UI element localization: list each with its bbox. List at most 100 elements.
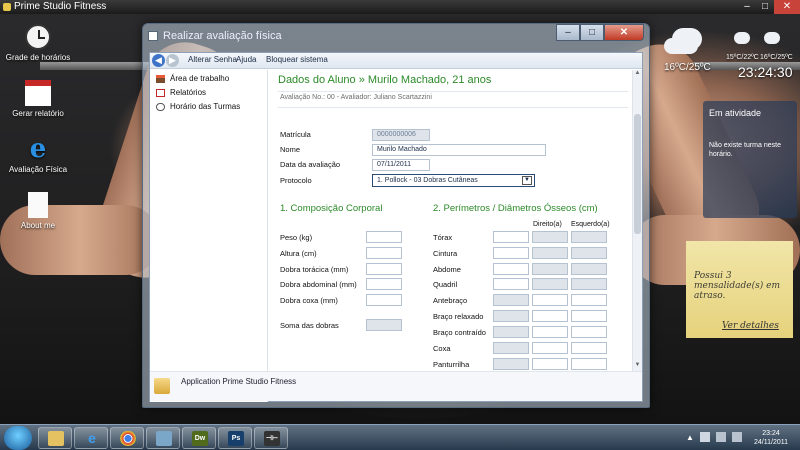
quadril-input[interactable] [493, 278, 529, 290]
tray-arrow-icon[interactable]: ▲ [686, 433, 694, 442]
abdome-direito [532, 263, 568, 275]
dobra-toracica-input[interactable] [366, 263, 402, 275]
back-arrow-icon[interactable]: ◀ [152, 54, 165, 67]
scroll-up-icon[interactable]: ▲ [633, 70, 642, 79]
desktop-icon-label: Grade de horários [5, 53, 71, 62]
cintura-esquerdo [571, 247, 607, 259]
page-title: Dados do Aluno » Murilo Machado, 21 anos [278, 74, 492, 86]
maximize-button[interactable]: □ [756, 0, 774, 14]
network-icon[interactable] [716, 432, 726, 442]
weather-day2-temp: 16ºC/25ºC [760, 54, 793, 61]
dobra-toracica-label: Dobra torácica (mm) [280, 265, 349, 274]
abdome-esquerdo [571, 263, 607, 275]
menu-ajuda[interactable]: Ajuda [236, 55, 256, 64]
tray-clock[interactable]: 23:24 24/11/2011 [754, 429, 788, 447]
scroll-thumb[interactable] [634, 114, 641, 234]
window-close-button[interactable]: ✕ [604, 24, 644, 41]
note-link[interactable]: Ver detalhes [722, 321, 779, 331]
taskbar-fitness-app[interactable]: ⊣⊢ [254, 427, 288, 449]
window-minimize-button[interactable]: – [556, 24, 580, 41]
weather-day1-temp: 15ºC/22ºC [726, 54, 759, 61]
schedule-icon [156, 103, 165, 111]
menu-bloquear-sistema[interactable]: Bloquear sistema [266, 55, 328, 64]
volume-icon[interactable] [732, 432, 742, 442]
peso-input[interactable] [366, 231, 402, 243]
torax-input[interactable] [493, 231, 529, 243]
atividade-gadget: Em atividade Não existe turma neste horá… [703, 101, 797, 218]
panturrilha-esquerdo-input[interactable] [571, 358, 607, 370]
vertical-scrollbar[interactable]: ▲ ▼ [632, 70, 642, 371]
protocolo-value: 1. Pollock - 03 Dobras Cutâneas [377, 177, 478, 184]
sidebar-item-relatorios[interactable]: Relatórios [156, 88, 206, 97]
window-title: Realizar avaliação física [163, 30, 282, 42]
menu-alterar-senha[interactable]: Alterar Senha [188, 55, 237, 64]
weather-main-temp: 16ºC/25ºC [664, 62, 711, 73]
antebraco-esquerdo-input[interactable] [571, 294, 607, 306]
dobra-abdominal-input[interactable] [366, 278, 402, 290]
dashboard-icon [156, 75, 165, 83]
quadril-direito [532, 278, 568, 290]
matricula-field: 0000000006 [372, 129, 430, 141]
quadril-esquerdo [571, 278, 607, 290]
scroll-down-icon[interactable]: ▼ [633, 362, 642, 371]
divider [278, 107, 628, 108]
coxa-label: Coxa [433, 344, 451, 353]
desktop-icon-relatorio[interactable]: Gerar relatório [0, 80, 76, 118]
cintura-direito [532, 247, 568, 259]
window-client: ◀ ▶ Alterar Senha Ajuda Bloquear sistema… [149, 52, 643, 402]
sidebar-item-horario[interactable]: Horário das Turmas [156, 102, 240, 111]
sticky-note-gadget: Possui 3 mensalidade(s) em atraso. Ver d… [686, 241, 793, 338]
desktop-icon-about[interactable]: About me [0, 192, 76, 230]
braco-contraido-direito-input[interactable] [532, 326, 568, 338]
top-window-controls: – □ ✕ [738, 0, 800, 14]
taskbar-photoshop[interactable]: Ps [218, 427, 252, 449]
sidebar-item-label: Área de trabalho [170, 74, 230, 83]
flag-icon[interactable] [700, 432, 710, 442]
app-icon [3, 3, 11, 11]
taskbar-dreamweaver[interactable]: Dw [182, 427, 216, 449]
chevron-down-icon[interactable]: ▼ [522, 176, 532, 185]
data-avaliacao-label: Data da avaliação [280, 160, 341, 169]
window-controls: – □ ✕ [556, 24, 644, 41]
coxa-esquerdo-input[interactable] [571, 342, 607, 354]
cloud-icon [664, 38, 698, 54]
abdome-input[interactable] [493, 263, 529, 275]
weather-gadget: 16ºC/25ºC 15ºC/22ºC 16ºC/25ºC 23:24:30 [660, 20, 795, 110]
taskbar-users[interactable] [146, 427, 180, 449]
braco-contraido-field [493, 326, 529, 338]
composicao-title: 1. Composição Corporal [280, 203, 383, 214]
taskbar-explorer[interactable] [38, 427, 72, 449]
sidebar-item-area-trabalho[interactable]: Área de trabalho [156, 74, 229, 83]
altura-input[interactable] [366, 247, 402, 259]
start-button[interactable] [4, 426, 32, 450]
window-maximize-button[interactable]: □ [580, 24, 604, 41]
sidebar-item-label: Horário das Turmas [170, 102, 241, 111]
taskbar: e Dw Ps ⊣⊢ ▲ 23:24 24/11/2011 [0, 424, 800, 450]
atividade-title: Em atividade [709, 108, 762, 118]
protocolo-select[interactable]: 1. Pollock - 03 Dobras Cutâneas ▼ [372, 174, 535, 187]
close-button[interactable]: ✕ [774, 0, 800, 14]
braco-contraido-esquerdo-input[interactable] [571, 326, 607, 338]
desktop-icon-avaliacao[interactable]: e Avaliação Física [0, 136, 76, 174]
cintura-input[interactable] [493, 247, 529, 259]
panturrilha-direito-input[interactable] [532, 358, 568, 370]
braco-relaxado-field [493, 310, 529, 322]
taskbar-ie[interactable]: e [74, 427, 108, 449]
coxa-direito-input[interactable] [532, 342, 568, 354]
nome-label: Nome [280, 145, 301, 154]
abdome-label: Abdome [433, 265, 461, 274]
forward-arrow-icon[interactable]: ▶ [166, 54, 179, 67]
desktop-icon-grade[interactable]: Grade de horários [0, 24, 76, 62]
antebraco-direito-input[interactable] [532, 294, 568, 306]
braco-relaxado-direito-input[interactable] [532, 310, 568, 322]
document-icon [28, 192, 48, 218]
braco-relaxado-esquerdo-input[interactable] [571, 310, 607, 322]
nome-field[interactable]: Murilo Machado [372, 144, 546, 156]
status-footer: Application Prime Studio Fitness [150, 371, 642, 401]
users-icon [156, 431, 172, 446]
minimize-button[interactable]: – [738, 0, 756, 14]
dobra-coxa-input[interactable] [366, 294, 402, 306]
taskbar-chrome[interactable] [110, 427, 144, 449]
soma-dobras-label: Soma das dobras [280, 321, 339, 330]
data-avaliacao-field[interactable]: 07/11/2011 [372, 159, 430, 171]
